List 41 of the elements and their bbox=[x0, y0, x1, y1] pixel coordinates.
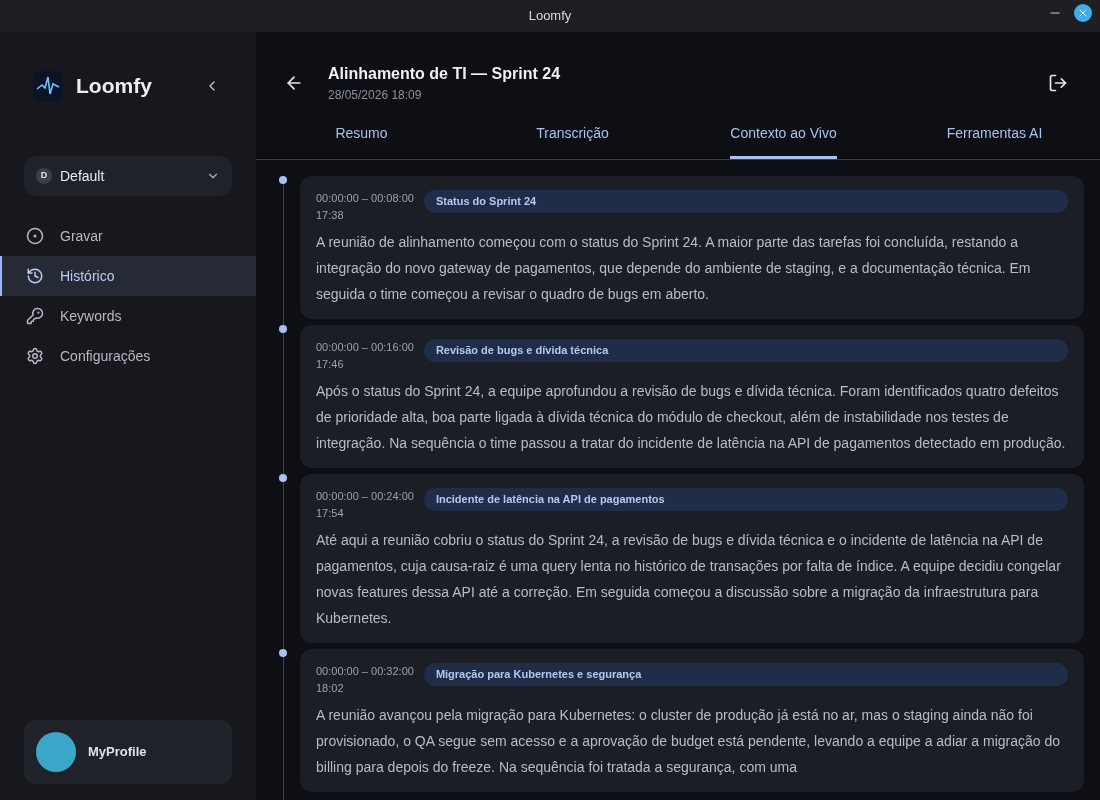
nav-item[interactable]: Configurações bbox=[0, 336, 256, 376]
nav-item[interactable]: Gravar bbox=[0, 216, 256, 256]
time-range: 00:00:00 – 00:16:00 bbox=[316, 340, 414, 355]
profile-card[interactable]: MyProfile bbox=[24, 720, 232, 784]
tab[interactable]: Resumo bbox=[335, 110, 388, 159]
workspace-selector[interactable]: D Default bbox=[24, 156, 232, 196]
brand-name: Loomfy bbox=[76, 73, 152, 100]
window-title: Loomfy bbox=[528, 7, 572, 26]
topic-label: Revisão de bugs e dívida técnica bbox=[423, 339, 1068, 362]
avatar bbox=[36, 732, 76, 772]
history-icon bbox=[26, 267, 44, 285]
tab[interactable]: Contexto ao Vivo bbox=[730, 110, 837, 159]
time-range: 00:00:00 – 00:24:00 bbox=[316, 489, 414, 504]
export-icon[interactable] bbox=[1048, 73, 1068, 93]
workspace-initial: D bbox=[36, 168, 52, 184]
nav-item[interactable]: Histórico bbox=[0, 256, 256, 296]
summary-text: Até aqui a reunião cobriu o status do Sprint 24, a revisão de bugs e dívida técnica e o incidente de latência na API de pagamentos, cuja causa-raiz é uma query lenta no histórico de transações por falta de índice. A equipe decidiu congelar novas features dessa API até a correção. Em seguida começou a discussão sobre a migração da infraestrutura para Kubernetes. bbox=[316, 531, 1062, 628]
meeting-title: Alinhamento de TI — Sprint 24 bbox=[328, 64, 561, 84]
close-button[interactable] bbox=[1074, 4, 1092, 22]
tab[interactable]: Ferramentas AI bbox=[946, 110, 1043, 159]
record-icon bbox=[26, 227, 44, 245]
time-range: 00:00:00 – 00:32:00 bbox=[316, 664, 414, 679]
meeting-date: 28/05/2026 18:09 bbox=[328, 87, 423, 104]
timestamp: 17:46 bbox=[316, 356, 345, 372]
nav-item[interactable]: Keywords bbox=[0, 296, 256, 336]
timestamp: 17:38 bbox=[316, 207, 345, 223]
timestamp: 17:54 bbox=[316, 505, 345, 521]
timestamp: 18:02 bbox=[316, 680, 345, 696]
gear-icon bbox=[26, 347, 44, 365]
topic-label: Incidente de latência na API de pagamentos bbox=[423, 488, 1068, 511]
summary-text: A reunião avançou pela migração para Kubernetes: o cluster de produção já está no ar, mas o staging ainda não foi provisionado, o QA segue sem acesso e a aprovação de budget está pendente, levando a equipe a adiar a migração do billing para depois do freeze. Na sequência foi tratada a segurança, com uma bbox=[316, 706, 1062, 777]
summary-text: Após o status do Sprint 24, a equipe aprofundou a revisão de bugs e dívida técnica. Foram identificados quatro defeitos de prioridade alta, boa parte ligada à dívida técnica do módulo de checkout, além de instabilidade nos testes de integração. Na sequência o time passou a tratar do incidente de latência na API de pagamentos detectado em produção. bbox=[316, 382, 1067, 453]
key-icon bbox=[26, 307, 44, 325]
logo-icon bbox=[32, 70, 64, 102]
close-icon bbox=[1077, 7, 1089, 19]
profile-name: MyProfile bbox=[88, 743, 147, 762]
topic-label: Status do Sprint 24 bbox=[423, 190, 1068, 213]
tab[interactable]: Transcrição bbox=[536, 110, 609, 159]
summary-text: A reunião de alinhamento começou com o status do Sprint 24. A maior parte das tarefas foi concluída, restando a integração do novo gateway de pagamentos, que depende do ambiente de staging, e a documentação técnica. Em seguida o time começou a revisar o quadro de bugs em aberto. bbox=[316, 233, 1032, 304]
topic-label: Migração para Kubernetes e segurança bbox=[423, 663, 1068, 686]
time-range: 00:00:00 – 00:08:00 bbox=[316, 191, 414, 206]
